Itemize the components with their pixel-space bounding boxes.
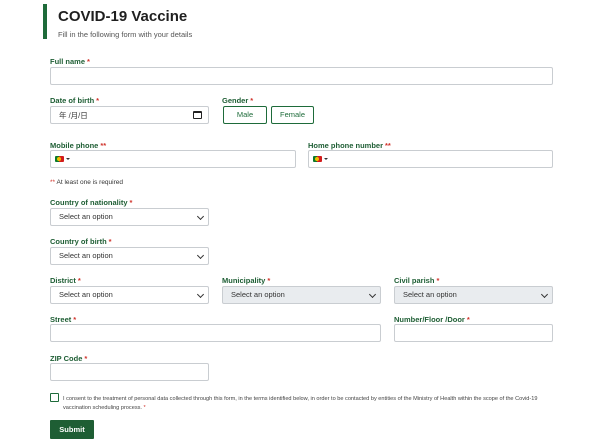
form-header: COVID-19 Vaccine Fill in the following f… <box>43 4 192 39</box>
municipality-selected-value: Select an option <box>231 290 285 299</box>
nationality-select[interactable]: Select an option <box>50 208 209 226</box>
phone-requirement-note: ** At least one is required <box>50 179 123 186</box>
zip-code-input[interactable] <box>50 363 209 381</box>
birth-country-selected-value: Select an option <box>59 251 113 260</box>
date-of-birth-input[interactable]: 年 /月/日 <box>50 106 209 124</box>
chevron-down-icon <box>196 251 205 260</box>
required-marker: ** <box>385 141 391 150</box>
required-marker: * <box>436 276 440 285</box>
nationality-selected-value: Select an option <box>59 212 113 221</box>
zip-code-label: ZIP Code * <box>50 354 88 363</box>
required-marker: * <box>77 276 81 285</box>
civil-parish-label: Civil parish * <box>394 276 440 285</box>
birth-country-label: Country of birth * <box>50 237 112 246</box>
required-marker: * <box>73 315 77 324</box>
required-marker: * <box>84 354 88 363</box>
consent-text: I consent to the treatment of personal d… <box>63 396 538 411</box>
civil-parish-selected-value: Select an option <box>403 290 457 299</box>
date-of-birth-value: 年 /月/日 <box>59 111 88 120</box>
gender-label: Gender * <box>222 96 254 105</box>
chevron-down-icon <box>368 290 377 299</box>
gender-female-button[interactable]: Female <box>271 106 314 124</box>
required-marker: * <box>129 198 133 207</box>
date-of-birth-label: Date of birth * <box>50 96 100 105</box>
nationality-label: Country of nationality * <box>50 198 133 207</box>
municipality-select[interactable]: Select an option <box>222 286 381 304</box>
required-marker: * <box>267 276 271 285</box>
number-floor-door-label: Number/Floor /Door * <box>394 315 470 324</box>
country-code-caret-icon[interactable] <box>324 158 328 160</box>
vaccine-form-page: COVID-19 Vaccine Fill in the following f… <box>0 0 600 444</box>
municipality-label: Municipality * <box>222 276 271 285</box>
full-name-input[interactable] <box>50 67 553 85</box>
chevron-down-icon <box>540 290 549 299</box>
consent-checkbox[interactable] <box>50 393 59 402</box>
required-marker: * <box>96 96 100 105</box>
portugal-flag-icon[interactable] <box>313 156 322 162</box>
street-input[interactable] <box>50 324 381 342</box>
home-phone-input[interactable] <box>308 150 553 168</box>
required-marker: * <box>250 96 254 105</box>
required-marker: * <box>108 237 112 246</box>
mobile-phone-label: Mobile phone ** <box>50 141 107 150</box>
mobile-phone-input[interactable] <box>50 150 296 168</box>
page-subtitle: Fill in the following form with your det… <box>58 30 193 39</box>
submit-button[interactable]: Submit <box>50 420 94 439</box>
chevron-down-icon <box>196 212 205 221</box>
required-marker: ** <box>100 141 107 150</box>
country-code-caret-icon[interactable] <box>66 158 70 160</box>
gender-male-button[interactable]: Male <box>223 106 267 124</box>
page-title: COVID-19 Vaccine <box>58 8 188 25</box>
street-label: Street * <box>50 315 77 324</box>
district-selected-value: Select an option <box>59 290 113 299</box>
portugal-flag-icon[interactable] <box>55 156 64 162</box>
number-floor-door-input[interactable] <box>394 324 553 342</box>
chevron-down-icon <box>196 290 205 299</box>
calendar-icon[interactable] <box>193 111 202 119</box>
required-marker: * <box>87 57 90 66</box>
district-select[interactable]: Select an option <box>50 286 209 304</box>
full-name-label: Full name * <box>50 57 90 66</box>
district-label: District * <box>50 276 81 285</box>
home-phone-label: Home phone number ** <box>308 141 391 150</box>
birth-country-select[interactable]: Select an option <box>50 247 209 265</box>
civil-parish-select[interactable]: Select an option <box>394 286 553 304</box>
required-marker: * <box>466 315 470 324</box>
